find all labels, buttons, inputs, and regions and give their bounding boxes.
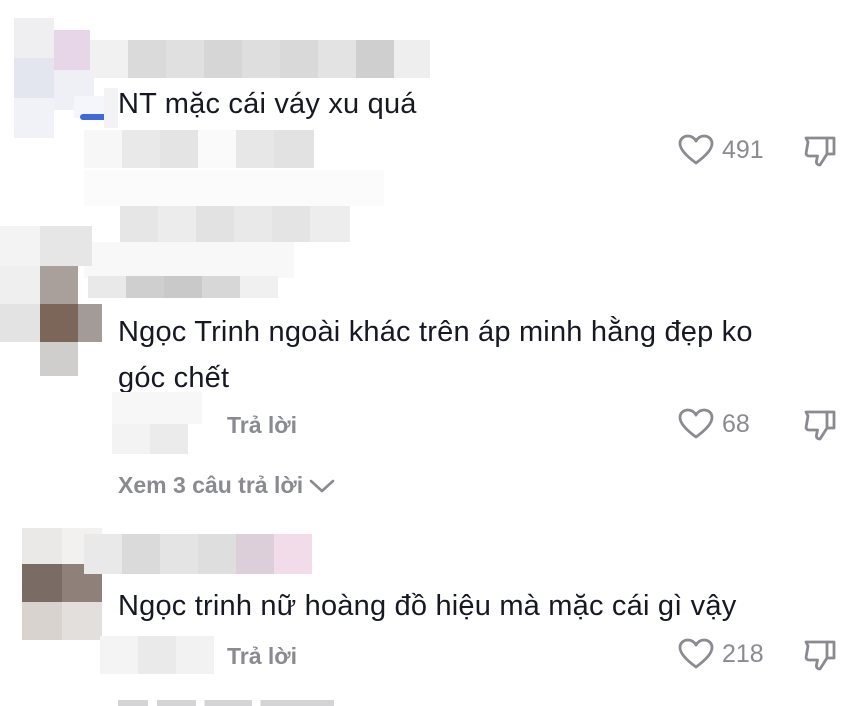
heart-outline-icon xyxy=(678,134,714,165)
comment-text: Ngọc trinh nữ hoàng đồ hiệu mà mặc cái g… xyxy=(118,590,737,622)
heart-outline-icon xyxy=(678,408,714,439)
username[interactable] xyxy=(84,534,312,574)
avatar[interactable] xyxy=(0,226,104,376)
username[interactable] xyxy=(90,40,430,78)
comment-date xyxy=(100,636,214,674)
view-replies-label: Xem 3 câu trả lời xyxy=(118,472,304,498)
like-count: 218 xyxy=(722,639,764,668)
like-button[interactable]: 218 xyxy=(678,638,764,670)
comment-text: NT mặc cái váy xu quá xyxy=(118,88,417,120)
comment-meta xyxy=(84,130,314,168)
avatar[interactable] xyxy=(14,18,118,138)
like-count: 68 xyxy=(722,409,750,438)
view-replies-button[interactable]: Xem 3 câu trả lời xyxy=(118,472,335,499)
chevron-down-icon xyxy=(309,479,335,492)
cut-off-row xyxy=(118,700,334,706)
comment-date xyxy=(112,392,202,456)
reply-button[interactable]: Trả lời xyxy=(227,412,297,439)
thumbs-down-icon[interactable] xyxy=(803,134,837,168)
heart-outline-icon xyxy=(678,638,714,669)
thumbs-down-icon[interactable] xyxy=(803,638,837,672)
comment-text-line-1: Ngọc Trinh ngoài khác trên áp minh hằng … xyxy=(118,316,753,348)
like-count: 491 xyxy=(722,135,764,164)
thumbs-down-icon[interactable] xyxy=(803,408,837,442)
reply-button[interactable]: Trả lời xyxy=(227,643,297,670)
like-button[interactable]: 491 xyxy=(678,134,764,166)
like-button[interactable]: 68 xyxy=(678,408,750,440)
username[interactable] xyxy=(88,276,278,298)
blurred-region xyxy=(84,170,384,280)
